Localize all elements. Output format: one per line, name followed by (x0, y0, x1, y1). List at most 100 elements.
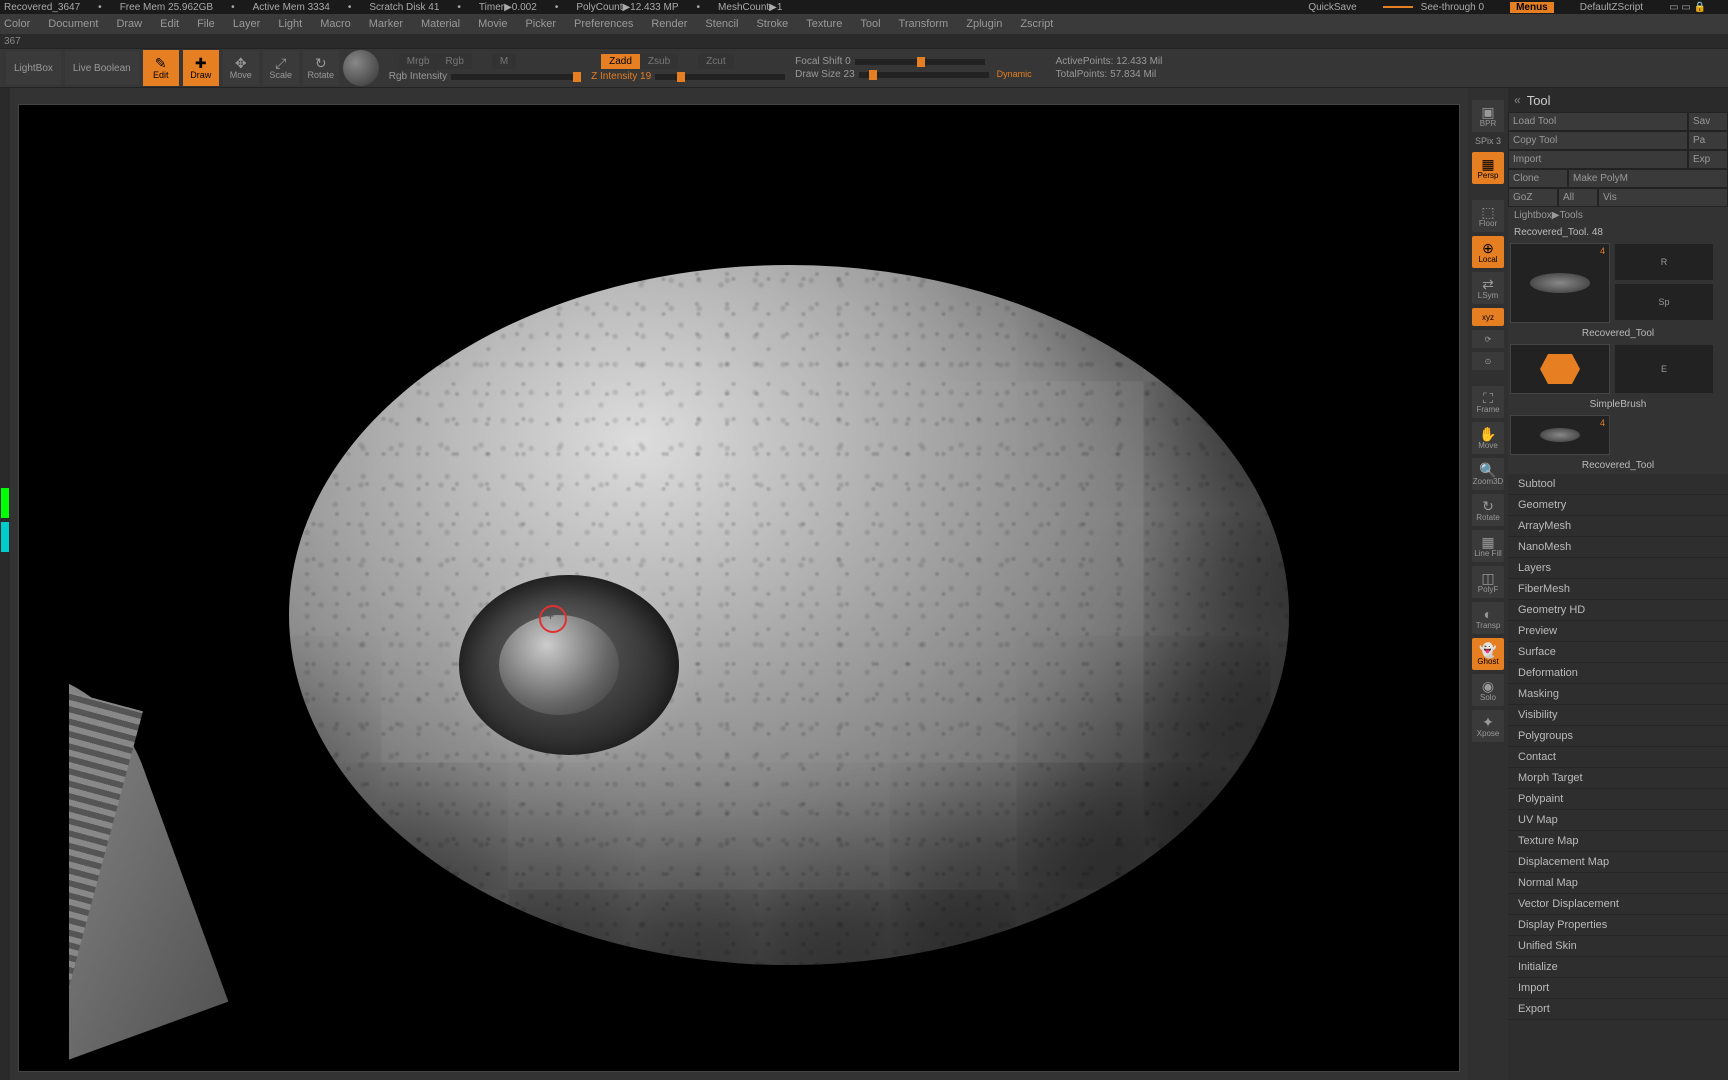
zoom3d-button[interactable]: 🔍Zoom3D (1472, 458, 1504, 490)
quicksave-button[interactable]: QuickSave (1308, 2, 1356, 13)
menu-picker[interactable]: Picker (525, 18, 556, 30)
section-visibility[interactable]: Visibility (1508, 705, 1728, 726)
menu-material[interactable]: Material (421, 18, 460, 30)
copy-tool-button[interactable]: Copy Tool (1508, 131, 1688, 150)
section-displacementmap[interactable]: Displacement Map (1508, 852, 1728, 873)
lsym-button[interactable]: ⇄LSym (1472, 272, 1504, 304)
dynamic-label[interactable]: Dynamic (997, 69, 1032, 79)
import-button[interactable]: Import (1508, 150, 1688, 169)
viewport-canvas[interactable] (18, 104, 1460, 1072)
section-uvmap[interactable]: UV Map (1508, 810, 1728, 831)
lightbox-button[interactable]: LightBox (6, 51, 61, 85)
export-button[interactable]: Exp (1688, 150, 1728, 169)
menu-light[interactable]: Light (278, 18, 302, 30)
goz-visible-button[interactable]: Vis (1598, 188, 1728, 207)
focal-shift-slider[interactable] (855, 59, 985, 65)
spix-label[interactable]: SPix 3 (1475, 136, 1501, 146)
axis-button[interactable]: xyz (1472, 308, 1504, 326)
menu-preferences[interactable]: Preferences (574, 18, 633, 30)
menu-marker[interactable]: Marker (369, 18, 403, 30)
m-button[interactable]: M (492, 54, 516, 69)
menu-layer[interactable]: Layer (233, 18, 261, 30)
section-nanomesh[interactable]: NanoMesh (1508, 537, 1728, 558)
transp-button[interactable]: ◐Transp (1472, 602, 1504, 634)
section-preview[interactable]: Preview (1508, 621, 1728, 642)
z-intensity-slider[interactable] (655, 74, 785, 80)
section-import[interactable]: Import (1508, 978, 1728, 999)
menu-file[interactable]: File (197, 18, 215, 30)
paste-tool-button[interactable]: Pa (1688, 131, 1728, 150)
simplebrush-thumbnail[interactable] (1510, 344, 1610, 394)
section-displayproperties[interactable]: Display Properties (1508, 915, 1728, 936)
draw-size-slider[interactable] (859, 72, 989, 78)
fit-icon[interactable]: ⊙ (1472, 352, 1504, 370)
menu-stencil[interactable]: Stencil (705, 18, 738, 30)
floor-button[interactable]: ⬚Floor (1472, 200, 1504, 232)
ghost-button[interactable]: 👻Ghost (1472, 638, 1504, 670)
section-fibermesh[interactable]: FiberMesh (1508, 579, 1728, 600)
xpose-button[interactable]: ✦Xpose (1472, 710, 1504, 742)
make-polymesh-button[interactable]: Make PolyM (1568, 169, 1728, 188)
polyf-button[interactable]: ◫PolyF (1472, 566, 1504, 598)
color-swatch-cyan[interactable] (1, 522, 9, 552)
section-initialize[interactable]: Initialize (1508, 957, 1728, 978)
menu-zplugin[interactable]: Zplugin (966, 18, 1002, 30)
left-color-strip[interactable] (0, 88, 10, 1080)
move-mode-button[interactable]: ✥Move (223, 50, 259, 86)
zcut-button[interactable]: Zcut (698, 54, 733, 69)
menu-document[interactable]: Document (48, 18, 98, 30)
window-icons[interactable]: ▭ ▭ 🔒 (1669, 2, 1706, 13)
section-vectordisplacement[interactable]: Vector Displacement (1508, 894, 1728, 915)
menu-zscript[interactable]: Zscript (1020, 18, 1053, 30)
persp-button[interactable]: ▦Persp (1472, 152, 1504, 184)
section-morphtarget[interactable]: Morph Target (1508, 768, 1728, 789)
section-polygroups[interactable]: Polygroups (1508, 726, 1728, 747)
section-unifiedskin[interactable]: Unified Skin (1508, 936, 1728, 957)
menu-movie[interactable]: Movie (478, 18, 507, 30)
edit-mode-button[interactable]: ✎Edit (143, 50, 179, 86)
menus-button[interactable]: Menus (1510, 2, 1554, 13)
collapse-panel-icon[interactable]: « (1514, 93, 1521, 107)
zsub-button[interactable]: Zsub (640, 54, 678, 69)
mrgb-button[interactable]: Mrgb (399, 54, 438, 69)
section-deformation[interactable]: Deformation (1508, 663, 1728, 684)
menu-stroke[interactable]: Stroke (756, 18, 788, 30)
section-masking[interactable]: Masking (1508, 684, 1728, 705)
section-normalmap[interactable]: Normal Map (1508, 873, 1728, 894)
goz-button[interactable]: GoZ (1508, 188, 1558, 207)
move-view-button[interactable]: ✋Move (1472, 422, 1504, 454)
section-geometry[interactable]: Geometry (1508, 495, 1728, 516)
clone-button[interactable]: Clone (1508, 169, 1568, 188)
draw-mode-button[interactable]: ✚Draw (183, 50, 219, 86)
section-layers[interactable]: Layers (1508, 558, 1728, 579)
menu-edit[interactable]: Edit (160, 18, 179, 30)
zadd-button[interactable]: Zadd (601, 54, 640, 69)
tool-thumbnail-2[interactable] (1510, 415, 1610, 455)
section-arraymesh[interactable]: ArrayMesh (1508, 516, 1728, 537)
rgb-button[interactable]: Rgb (438, 54, 472, 69)
menu-macro[interactable]: Macro (320, 18, 351, 30)
current-tool-thumbnail[interactable] (1510, 243, 1610, 323)
section-texturemap[interactable]: Texture Map (1508, 831, 1728, 852)
lightbox-tools-link[interactable]: Lightbox▶Tools (1508, 207, 1728, 224)
scale-mode-button[interactable]: ⤢Scale (263, 50, 299, 86)
menu-draw[interactable]: Draw (116, 18, 142, 30)
current-tool-name[interactable]: Recovered_Tool. 48 (1508, 224, 1728, 241)
menu-tool[interactable]: Tool (860, 18, 880, 30)
load-tool-button[interactable]: Load Tool (1508, 112, 1688, 131)
seethrough-slider[interactable]: See-through 0 (1421, 2, 1484, 13)
bpr-button[interactable]: ▣BPR (1472, 100, 1504, 132)
default-zscript[interactable]: DefaultZScript (1580, 2, 1643, 13)
section-contact[interactable]: Contact (1508, 747, 1728, 768)
rotation-lock-icon[interactable]: ⟳ (1472, 330, 1504, 348)
section-geometryhd[interactable]: Geometry HD (1508, 600, 1728, 621)
save-as-button[interactable]: Sav (1688, 112, 1728, 131)
menu-transform[interactable]: Transform (899, 18, 949, 30)
section-subtool[interactable]: Subtool (1508, 474, 1728, 495)
section-polypaint[interactable]: Polypaint (1508, 789, 1728, 810)
live-boolean-button[interactable]: Live Boolean (65, 51, 139, 85)
menu-texture[interactable]: Texture (806, 18, 842, 30)
section-surface[interactable]: Surface (1508, 642, 1728, 663)
goz-all-button[interactable]: All (1558, 188, 1598, 207)
rgb-intensity-slider[interactable] (451, 74, 581, 80)
